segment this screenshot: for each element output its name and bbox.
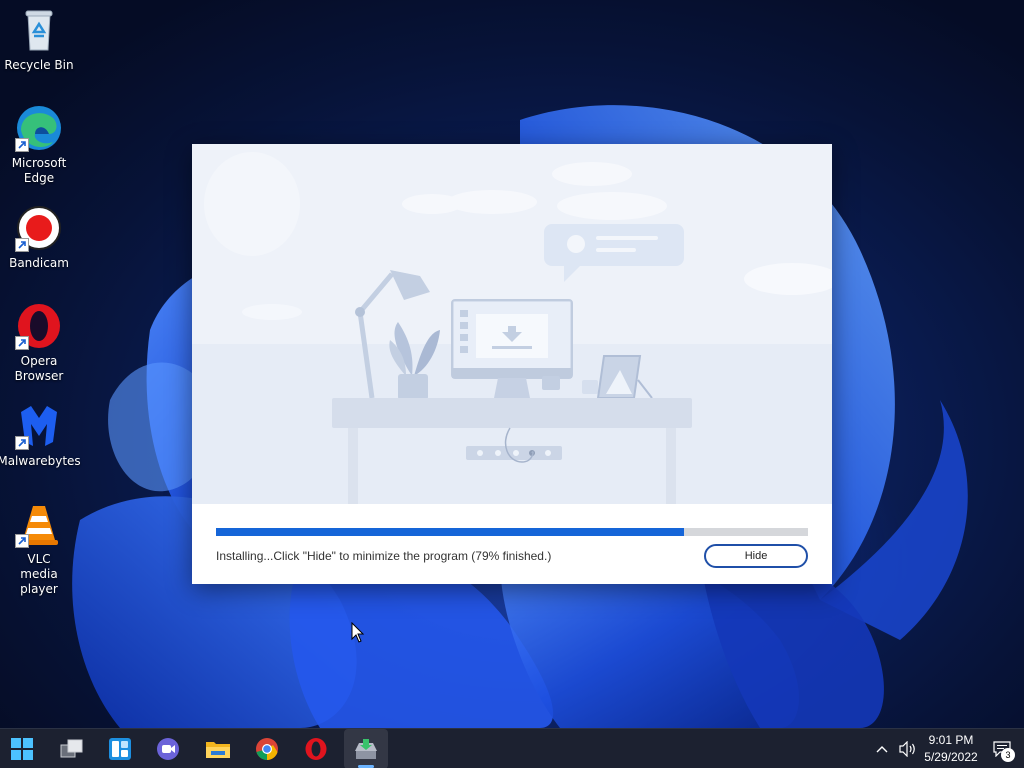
taskbar-start-button[interactable] xyxy=(0,729,44,768)
taskbar-task-view-button[interactable] xyxy=(50,729,94,768)
desktop-icon-label: Recycle Bin xyxy=(4,58,74,72)
tray-notifications-button[interactable]: 3 xyxy=(986,729,1018,768)
taskbar-widgets-button[interactable] xyxy=(98,729,142,768)
installer-illustration xyxy=(192,144,832,504)
notification-count-badge: 3 xyxy=(1001,748,1015,762)
opera-icon xyxy=(15,302,63,350)
speaker-icon xyxy=(899,741,915,757)
install-progress-bar xyxy=(216,528,808,536)
desktop-icon-malwarebytes[interactable]: Malwarebytes xyxy=(0,402,81,469)
teams-chat-icon xyxy=(157,738,179,760)
shortcut-arrow-icon xyxy=(15,138,29,152)
malwarebytes-icon xyxy=(15,402,63,450)
shortcut-arrow-icon xyxy=(15,436,29,450)
desktop-icon-label: Bandicam xyxy=(9,256,69,270)
tray-clock[interactable]: 9:01 PM 5/29/2022 xyxy=(922,731,980,767)
desktop-icon-opera-browser[interactable]: Opera Browser xyxy=(0,302,78,384)
taskbar-chrome-button[interactable] xyxy=(245,729,289,768)
desktop-icon-label: Microsoft Edge xyxy=(11,156,67,185)
tray-volume-button[interactable] xyxy=(895,729,921,768)
mouse-cursor-icon xyxy=(351,622,365,643)
taskbar-installer-app-button[interactable] xyxy=(344,729,388,768)
desktop-icon-vlc-media-player[interactable]: VLC media player xyxy=(0,500,78,597)
installer-app-icon xyxy=(355,739,377,759)
chevron-up-icon xyxy=(876,746,888,753)
desktop-icon-label: Malwarebytes xyxy=(0,454,81,468)
clock-date: 5/29/2022 xyxy=(924,750,978,764)
file-explorer-icon xyxy=(206,742,230,758)
desktop-icon-recycle-bin[interactable]: Recycle Bin xyxy=(0,6,78,73)
desktop-icon-bandicam[interactable]: Bandicam xyxy=(0,204,78,271)
vlc-icon xyxy=(15,500,63,548)
widgets-icon xyxy=(109,738,131,760)
taskbar-chat-button[interactable] xyxy=(146,729,190,768)
start-icon xyxy=(11,738,33,760)
desktop-icon-microsoft-edge[interactable]: Microsoft Edge xyxy=(0,104,78,186)
edge-icon xyxy=(15,104,63,152)
installer-window: Installing...Click "Hide" to minimize th… xyxy=(192,144,832,584)
desktop-icon-label: Opera Browser xyxy=(14,354,64,383)
chrome-icon xyxy=(256,738,278,760)
bandicam-icon xyxy=(15,204,63,252)
recycle-bin-icon xyxy=(15,6,63,54)
taskbar-file-explorer-button[interactable] xyxy=(196,729,240,768)
install-status-text: Installing...Click "Hide" to minimize th… xyxy=(216,549,552,563)
shortcut-arrow-icon xyxy=(15,336,29,350)
hide-button[interactable]: Hide xyxy=(704,544,808,568)
opera-icon xyxy=(305,738,327,760)
desktop-icon-label: VLC media player xyxy=(20,552,58,596)
shortcut-arrow-icon xyxy=(15,238,29,252)
shortcut-arrow-icon xyxy=(15,534,29,548)
install-progress-fill xyxy=(216,528,684,536)
clock-time: 9:01 PM xyxy=(928,733,974,747)
tray-show-hidden-icons-button[interactable] xyxy=(870,729,894,768)
taskbar-opera-button[interactable] xyxy=(294,729,338,768)
taskbar: 9:01 PM 5/29/2022 3 xyxy=(0,728,1024,768)
task-view-icon xyxy=(60,739,83,758)
